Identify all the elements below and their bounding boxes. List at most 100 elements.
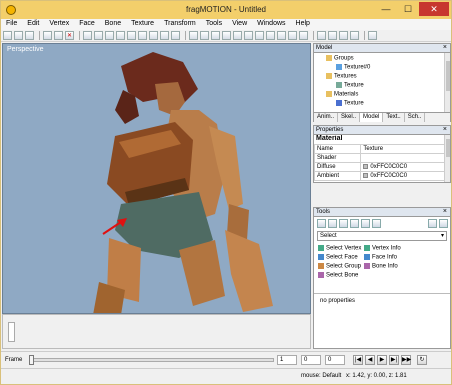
normals-icon[interactable] — [288, 31, 297, 40]
create-mode-icon[interactable] — [328, 218, 337, 228]
redo-icon[interactable] — [54, 31, 63, 40]
help-icon[interactable] — [368, 31, 377, 40]
loop-button[interactable]: ↻ — [417, 355, 427, 365]
prev-frame-button[interactable]: ◀ — [365, 355, 375, 365]
menu-view[interactable]: View — [227, 19, 252, 30]
tab-animations[interactable]: Anim.. — [314, 113, 339, 122]
arrow-left-icon[interactable] — [428, 218, 437, 228]
last-frame-button[interactable]: ▶▶ — [401, 355, 411, 365]
tool-select-face[interactable]: Select Face — [318, 254, 358, 261]
first-frame-button[interactable]: |◀ — [353, 355, 363, 365]
output-scrollbar[interactable] — [8, 322, 15, 342]
frame-start-field[interactable]: 1 — [277, 355, 297, 365]
frame-slider-handle[interactable] — [29, 355, 34, 365]
menu-file[interactable]: File — [1, 19, 22, 30]
menu-face[interactable]: Face — [74, 19, 100, 30]
minimize-button[interactable]: — — [375, 2, 397, 16]
settings-icon[interactable] — [350, 31, 359, 40]
menu-tools[interactable]: Tools — [201, 19, 227, 30]
menu-vertex[interactable]: Vertex — [44, 19, 74, 30]
status-mouse: mouse: Default — [301, 373, 342, 379]
tab-textures[interactable]: Text.. — [383, 113, 405, 122]
tool-select-vertex[interactable]: Select Vertex — [318, 245, 361, 252]
table-row[interactable]: Diffuse 0xFFC0C0C0 — [313, 162, 445, 172]
tools-panel-title: Tools — [316, 209, 331, 215]
tree-item[interactable]: Groups — [326, 55, 354, 62]
tab-model[interactable]: Model — [360, 113, 384, 122]
close-button[interactable]: ✕ — [419, 2, 449, 16]
stop-icon[interactable] — [328, 31, 337, 40]
move-tool-icon[interactable] — [94, 31, 103, 40]
table-row[interactable]: Shader — [313, 153, 445, 163]
transform-mode-icon[interactable] — [339, 218, 348, 228]
menu-bone[interactable]: Bone — [100, 19, 126, 30]
tab-skeleton[interactable]: Skel.. — [338, 113, 361, 122]
close-icon[interactable]: × — [443, 126, 447, 133]
maximize-button[interactable]: ☐ — [397, 2, 419, 16]
view-split-icon[interactable] — [200, 31, 209, 40]
axis-icon[interactable] — [277, 31, 286, 40]
scale-tool-icon[interactable] — [116, 31, 125, 40]
tree-item[interactable]: Texture#0 — [336, 64, 370, 71]
table-row[interactable]: Name Texture — [313, 144, 445, 154]
tree-item[interactable]: Textures — [326, 73, 357, 80]
tree-item[interactable]: Materials — [326, 91, 358, 98]
open-file-icon[interactable] — [14, 31, 23, 40]
menu-windows[interactable]: Windows — [252, 19, 290, 30]
tab-schema[interactable]: Sch.. — [405, 113, 426, 122]
view-quad-icon[interactable] — [211, 31, 220, 40]
loop-icon[interactable] — [339, 31, 348, 40]
model-leg-right — [179, 240, 225, 306]
menu-help[interactable]: Help — [291, 19, 315, 30]
close-icon[interactable]: × — [443, 44, 447, 51]
menu-edit[interactable]: Edit — [22, 19, 44, 30]
frame-slider[interactable] — [29, 358, 274, 362]
new-file-icon[interactable] — [3, 31, 12, 40]
textured-icon[interactable] — [244, 31, 253, 40]
save-file-icon[interactable] — [25, 31, 34, 40]
tool-select-group[interactable]: Select Group — [318, 263, 361, 270]
menu-transform[interactable]: Transform — [159, 19, 201, 30]
color-swatch[interactable] — [363, 172, 369, 178]
bone-mode-icon[interactable] — [160, 31, 169, 40]
shaded-icon[interactable] — [233, 31, 242, 40]
perspective-viewport[interactable]: Perspective — [2, 43, 311, 314]
color-swatch[interactable] — [363, 163, 369, 169]
delete-icon[interactable]: ✕ — [65, 31, 74, 40]
model-tree-scrollbar[interactable] — [444, 53, 450, 112]
tool-bone-info[interactable]: Bone Info — [364, 263, 398, 270]
next-frame-button[interactable]: ▶| — [389, 355, 399, 365]
lighting-icon[interactable] — [255, 31, 264, 40]
rotate-tool-icon[interactable] — [105, 31, 114, 40]
animate-tool-icon[interactable] — [372, 218, 381, 228]
tool-select-bone[interactable]: Select Bone — [318, 272, 358, 279]
frame-end-field[interactable]: 0 — [325, 355, 345, 365]
grid-icon[interactable] — [266, 31, 275, 40]
undo-icon[interactable] — [43, 31, 52, 40]
tool-category-select[interactable]: Select ▾ — [317, 231, 447, 241]
tree-item[interactable]: Texture — [336, 82, 364, 89]
play-icon[interactable] — [317, 31, 326, 40]
bone-tool-icon[interactable] — [361, 218, 370, 228]
face-mode-icon[interactable] — [138, 31, 147, 40]
play-button[interactable]: ▶ — [377, 355, 387, 365]
camera-icon[interactable] — [171, 31, 180, 40]
group-mode-icon[interactable] — [149, 31, 158, 40]
select-mode-icon[interactable] — [317, 218, 326, 228]
vertex-mode-icon[interactable] — [127, 31, 136, 40]
tree-item[interactable]: Texture — [336, 100, 364, 107]
frame-current-field[interactable]: 0 — [301, 355, 321, 365]
bones-icon[interactable] — [299, 31, 308, 40]
status-bar: mouse: Default x: 1.42, y: 0.00, z: 1.81 — [1, 368, 451, 384]
menu-texture[interactable]: Texture — [126, 19, 159, 30]
close-icon[interactable]: × — [443, 208, 447, 215]
tool-vertex-info[interactable]: Vertex Info — [364, 245, 401, 252]
paint-mode-icon[interactable] — [350, 218, 359, 228]
tool-face-info[interactable]: Face Info — [364, 254, 397, 261]
wireframe-icon[interactable] — [222, 31, 231, 40]
table-row[interactable]: Ambient 0xFFC0C0C0 — [313, 171, 445, 181]
arrow-right-icon[interactable] — [439, 218, 448, 228]
properties-scrollbar[interactable] — [444, 135, 450, 182]
select-tool-icon[interactable] — [83, 31, 92, 40]
view-single-icon[interactable] — [189, 31, 198, 40]
